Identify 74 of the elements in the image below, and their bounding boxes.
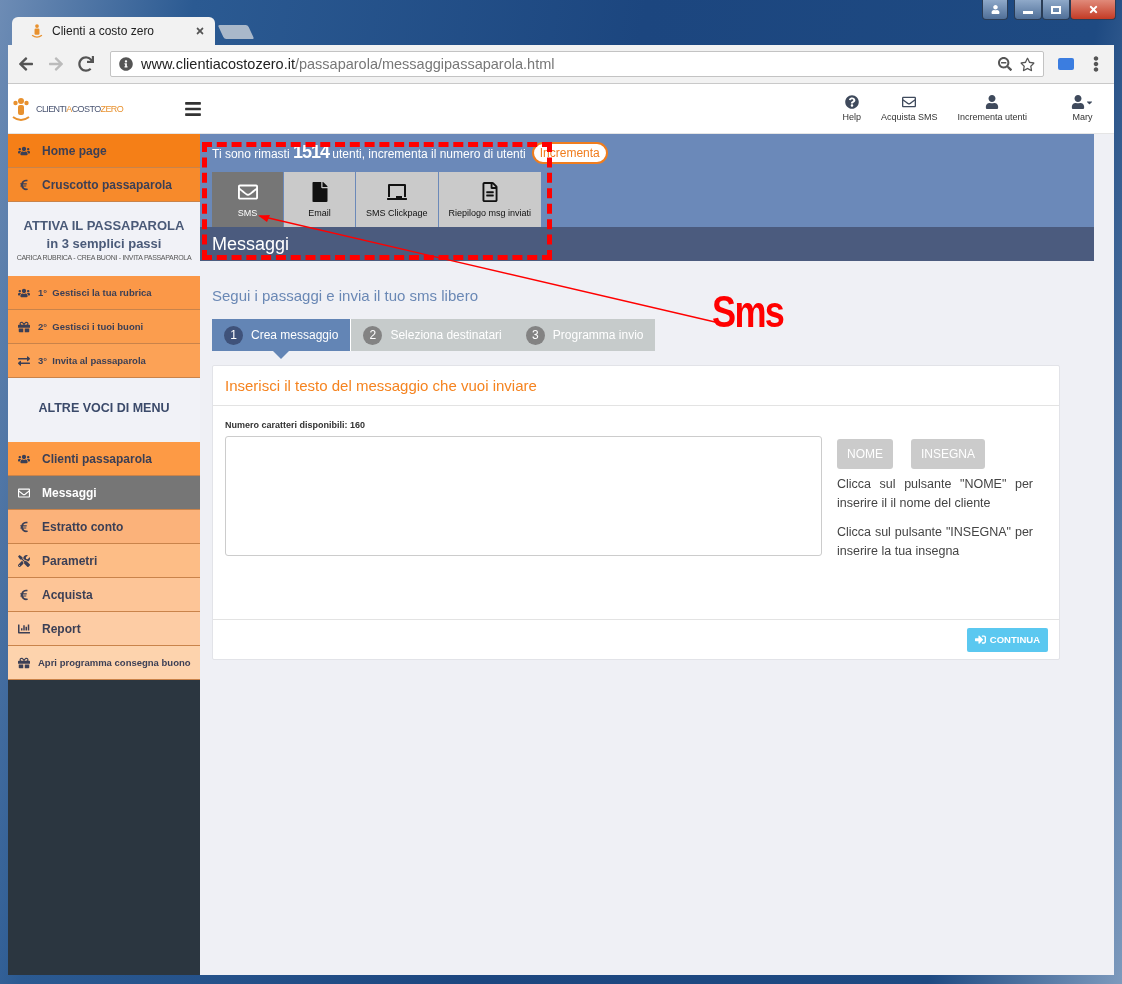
new-tab-button[interactable] bbox=[217, 25, 255, 39]
euro-icon bbox=[18, 178, 30, 191]
sidebar-item[interactable]: 1° Gestisci la tua rubrica bbox=[8, 276, 200, 310]
people-icon bbox=[18, 286, 30, 299]
people-icon bbox=[18, 144, 30, 157]
close-icon[interactable] bbox=[195, 26, 205, 36]
tools-icon bbox=[18, 554, 30, 567]
help-text: Clicca sul pulsante "NOME" per inserire il il nome del cliente bbox=[837, 476, 1033, 512]
people-icon bbox=[18, 452, 30, 465]
minimize-icon bbox=[1023, 11, 1033, 14]
sidebar-item[interactable]: 2° Gestisci i tuoi buoni bbox=[8, 310, 200, 344]
logo-icon bbox=[30, 23, 44, 39]
tool-tab[interactable]: Email bbox=[284, 172, 355, 227]
logo-icon bbox=[12, 95, 30, 122]
address-bar[interactable]: www.clientiacostozero.it/passaparola/messaggipassaparola.html bbox=[110, 51, 1044, 77]
user-icon bbox=[990, 5, 1000, 14]
envelope-icon bbox=[18, 486, 30, 499]
section-title: Messaggi bbox=[200, 227, 1094, 261]
profile-button[interactable] bbox=[982, 0, 1008, 20]
help-icon bbox=[844, 95, 859, 109]
help-text: Clicca sul pulsante "INSEGNA" per inserire la tua insegna bbox=[837, 524, 1033, 560]
tool-tab[interactable]: SMS bbox=[212, 172, 283, 227]
logo-text: CLIENTIACOSTOZERO bbox=[36, 103, 124, 114]
tab-title: Clienti a costo zero bbox=[52, 24, 156, 38]
sidebar-item[interactable]: 3° Invita al passaparola bbox=[8, 344, 200, 378]
sidebar-item[interactable]: Estratto conto bbox=[8, 510, 200, 544]
euro-icon bbox=[18, 588, 30, 601]
sidebar-item[interactable]: Clienti passaparola bbox=[8, 442, 200, 476]
user-icon bbox=[1071, 95, 1085, 109]
annotation-label: Sms bbox=[712, 287, 784, 337]
menu-icon[interactable] bbox=[184, 99, 202, 118]
maximize-icon bbox=[1051, 5, 1061, 14]
star-icon[interactable] bbox=[1020, 56, 1035, 72]
bar-chart-icon bbox=[18, 622, 30, 635]
maximize-button[interactable] bbox=[1042, 0, 1070, 20]
message-field[interactable] bbox=[225, 436, 822, 556]
header-link[interactable]: Incrementa utenti bbox=[957, 95, 1027, 122]
presentation-icon bbox=[386, 181, 407, 202]
sidebar-item[interactable]: Messaggi bbox=[8, 476, 200, 510]
step-tab[interactable]: 3 Programma invio bbox=[513, 319, 656, 351]
arrows-icon bbox=[18, 354, 30, 367]
promo-title: ATTIVA IL PASSAPAROLA bbox=[23, 217, 185, 233]
info-icon[interactable] bbox=[119, 57, 133, 71]
envelope-icon bbox=[902, 95, 917, 109]
sidebar-item[interactable]: Apri programma consegna buono bbox=[8, 646, 200, 680]
url-text: www.clientiacostozero.it/passaparola/messaggipassaparola.html bbox=[141, 56, 556, 72]
reload-icon[interactable] bbox=[78, 56, 94, 72]
card-title: Inserisci il testo del messaggio che vuoi inviare bbox=[213, 366, 1059, 406]
close-button[interactable] bbox=[1070, 0, 1116, 20]
minimize-button[interactable] bbox=[1014, 0, 1042, 20]
euro-icon bbox=[18, 520, 30, 533]
user-icon bbox=[985, 95, 1000, 109]
tool-tab[interactable]: Riepilogo msg inviati bbox=[438, 172, 542, 227]
sidebar-item[interactable]: Report bbox=[8, 612, 200, 646]
promo-subtitle: in 3 semplici passi bbox=[46, 235, 162, 251]
sidebar-item[interactable]: Parametri bbox=[8, 544, 200, 578]
header-link[interactable]: Acquista SMS bbox=[880, 95, 938, 122]
sidebar-item[interactable]: Cruscotto passaparola bbox=[8, 168, 200, 202]
gift-icon bbox=[18, 656, 30, 669]
header-link[interactable]: Help bbox=[842, 95, 861, 122]
step-tab[interactable]: 2 Seleziona destinatari bbox=[351, 319, 514, 351]
user-menu[interactable]: Mary bbox=[1071, 95, 1094, 122]
back-icon[interactable] bbox=[18, 56, 34, 72]
counter-label: Numero caratteri disponibili: 160 bbox=[225, 420, 367, 430]
tool-tab[interactable]: SMS Clickpage bbox=[356, 172, 438, 227]
sidebar-heading: ALTRE VOCI DI MENU bbox=[8, 378, 200, 442]
browser-tab[interactable]: Clienti a costo zero bbox=[12, 17, 215, 45]
intro-text: Segui i passaggi e invia il tuo sms libero bbox=[212, 287, 479, 304]
close-icon bbox=[1087, 4, 1099, 15]
sidebar-item[interactable]: Acquista bbox=[8, 578, 200, 612]
sidebar-item[interactable]: Home page bbox=[8, 134, 200, 168]
gift-icon bbox=[18, 320, 30, 333]
zoom-out-icon[interactable] bbox=[998, 57, 1012, 71]
sign-in-icon bbox=[974, 634, 986, 645]
